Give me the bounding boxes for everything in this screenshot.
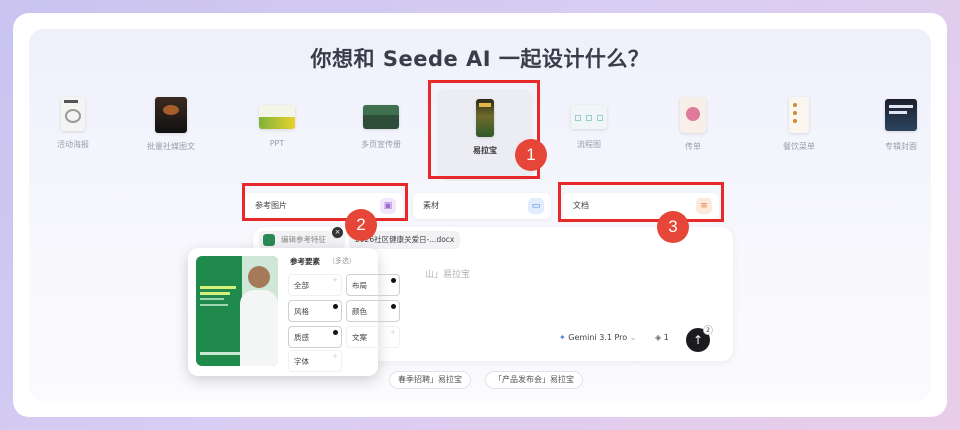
- category-label: 流程图: [577, 140, 601, 149]
- close-reference-icon[interactable]: ×: [332, 227, 343, 238]
- callout-2: 2: [345, 209, 377, 241]
- option-layout[interactable]: 布局: [346, 274, 400, 296]
- option-style[interactable]: 风格: [288, 300, 342, 322]
- popup-hint: （多选）: [328, 257, 356, 265]
- category-brochure[interactable]: 多页宣传册: [341, 97, 421, 150]
- popup-title: 参考要素: [290, 257, 320, 266]
- material-button[interactable]: 素材 ▭: [413, 193, 551, 219]
- category-label: 批量社媒图文: [147, 142, 195, 151]
- option-label: 质感: [294, 333, 309, 342]
- arrow-up-icon: ↑: [692, 333, 704, 347]
- category-menu[interactable]: 餐饮菜单: [759, 97, 839, 152]
- option-copy[interactable]: 文案 +: [346, 326, 400, 348]
- chevron-down-icon: ⌄: [629, 333, 637, 342]
- category-label: 专辑封面: [885, 142, 917, 151]
- highlight-box-3: [558, 182, 724, 222]
- flyer-thumb: [680, 97, 706, 133]
- social-post-thumb: [155, 97, 187, 133]
- brochure-thumb: [363, 105, 399, 129]
- option-label: 风格: [294, 307, 309, 316]
- category-label: 传单: [685, 142, 701, 151]
- model-label: Gemini 3.1 Pro: [568, 333, 628, 342]
- suggestion-chip[interactable]: 春季招聘」易拉宝: [389, 371, 471, 389]
- selected-dot-icon: [391, 278, 396, 283]
- flowchart-thumb: [571, 105, 607, 129]
- selected-dot-icon: [333, 304, 338, 309]
- plus-icon: +: [390, 328, 396, 336]
- poster-thumb: [61, 97, 85, 131]
- model-selector[interactable]: ✦ Gemini 3.1 Pro ⌄: [559, 333, 636, 342]
- material-label: 素材: [423, 201, 439, 210]
- callout-3: 3: [657, 211, 689, 243]
- layers-icon: ◈: [655, 333, 662, 342]
- page-title: 你想和 Seede AI 一起设计什么？: [310, 47, 650, 71]
- folder-icon: ▭: [528, 198, 544, 214]
- option-all[interactable]: 全部 +: [288, 274, 342, 296]
- category-label: 餐饮菜单: [783, 142, 815, 151]
- option-color[interactable]: 颜色: [346, 300, 400, 322]
- option-font[interactable]: 字体 +: [288, 350, 342, 372]
- send-badge: 2: [703, 325, 713, 335]
- count-selector[interactable]: ◈ 1: [655, 333, 669, 342]
- option-label: 全部: [294, 281, 309, 290]
- option-texture[interactable]: 质感: [288, 326, 342, 348]
- ppt-thumb: [259, 105, 295, 129]
- plus-icon: +: [332, 352, 338, 360]
- category-album[interactable]: 专辑封面: [861, 97, 941, 152]
- reference-elements-popup: 参考要素 （多选） 全部 + 布局 风格 颜色 质感 文案 + 字体 +: [188, 248, 400, 376]
- option-label: 字体: [294, 357, 309, 366]
- plus-icon: +: [332, 276, 338, 284]
- category-social[interactable]: 批量社媒图文: [131, 97, 211, 152]
- album-cover-thumb: [885, 99, 917, 131]
- category-label: PPT: [269, 139, 285, 148]
- category-flyer[interactable]: 传单: [653, 97, 733, 152]
- gemini-icon: ✦: [559, 333, 566, 342]
- callout-1: 1: [515, 139, 547, 171]
- option-label: 布局: [352, 281, 367, 290]
- prompt-text: 山」易拉宝: [425, 270, 471, 280]
- menu-thumb: [789, 97, 809, 133]
- option-label: 文案: [352, 333, 367, 342]
- reference-preview-image: [196, 256, 278, 366]
- category-poster[interactable]: 活动海报: [33, 97, 113, 150]
- count-label: 1: [663, 333, 669, 342]
- option-label: 颜色: [352, 307, 367, 316]
- selected-dot-icon: [391, 304, 396, 309]
- category-flowchart[interactable]: 流程图: [549, 97, 629, 150]
- selected-dot-icon: [333, 330, 338, 335]
- category-label: 活动海报: [57, 140, 89, 149]
- highlight-box-2: [242, 183, 408, 221]
- edit-reference-label: 编辑参考特征: [281, 235, 326, 244]
- category-label: 多页宣传册: [361, 140, 401, 149]
- suggestion-chip[interactable]: 「产品发布会」易拉宝: [485, 371, 583, 389]
- main-card: 你想和 Seede AI 一起设计什么？ 活动海报 批量社媒图文 PPT 多页宣…: [13, 13, 947, 417]
- reference-thumb: [263, 234, 275, 246]
- category-ppt[interactable]: PPT: [237, 97, 317, 148]
